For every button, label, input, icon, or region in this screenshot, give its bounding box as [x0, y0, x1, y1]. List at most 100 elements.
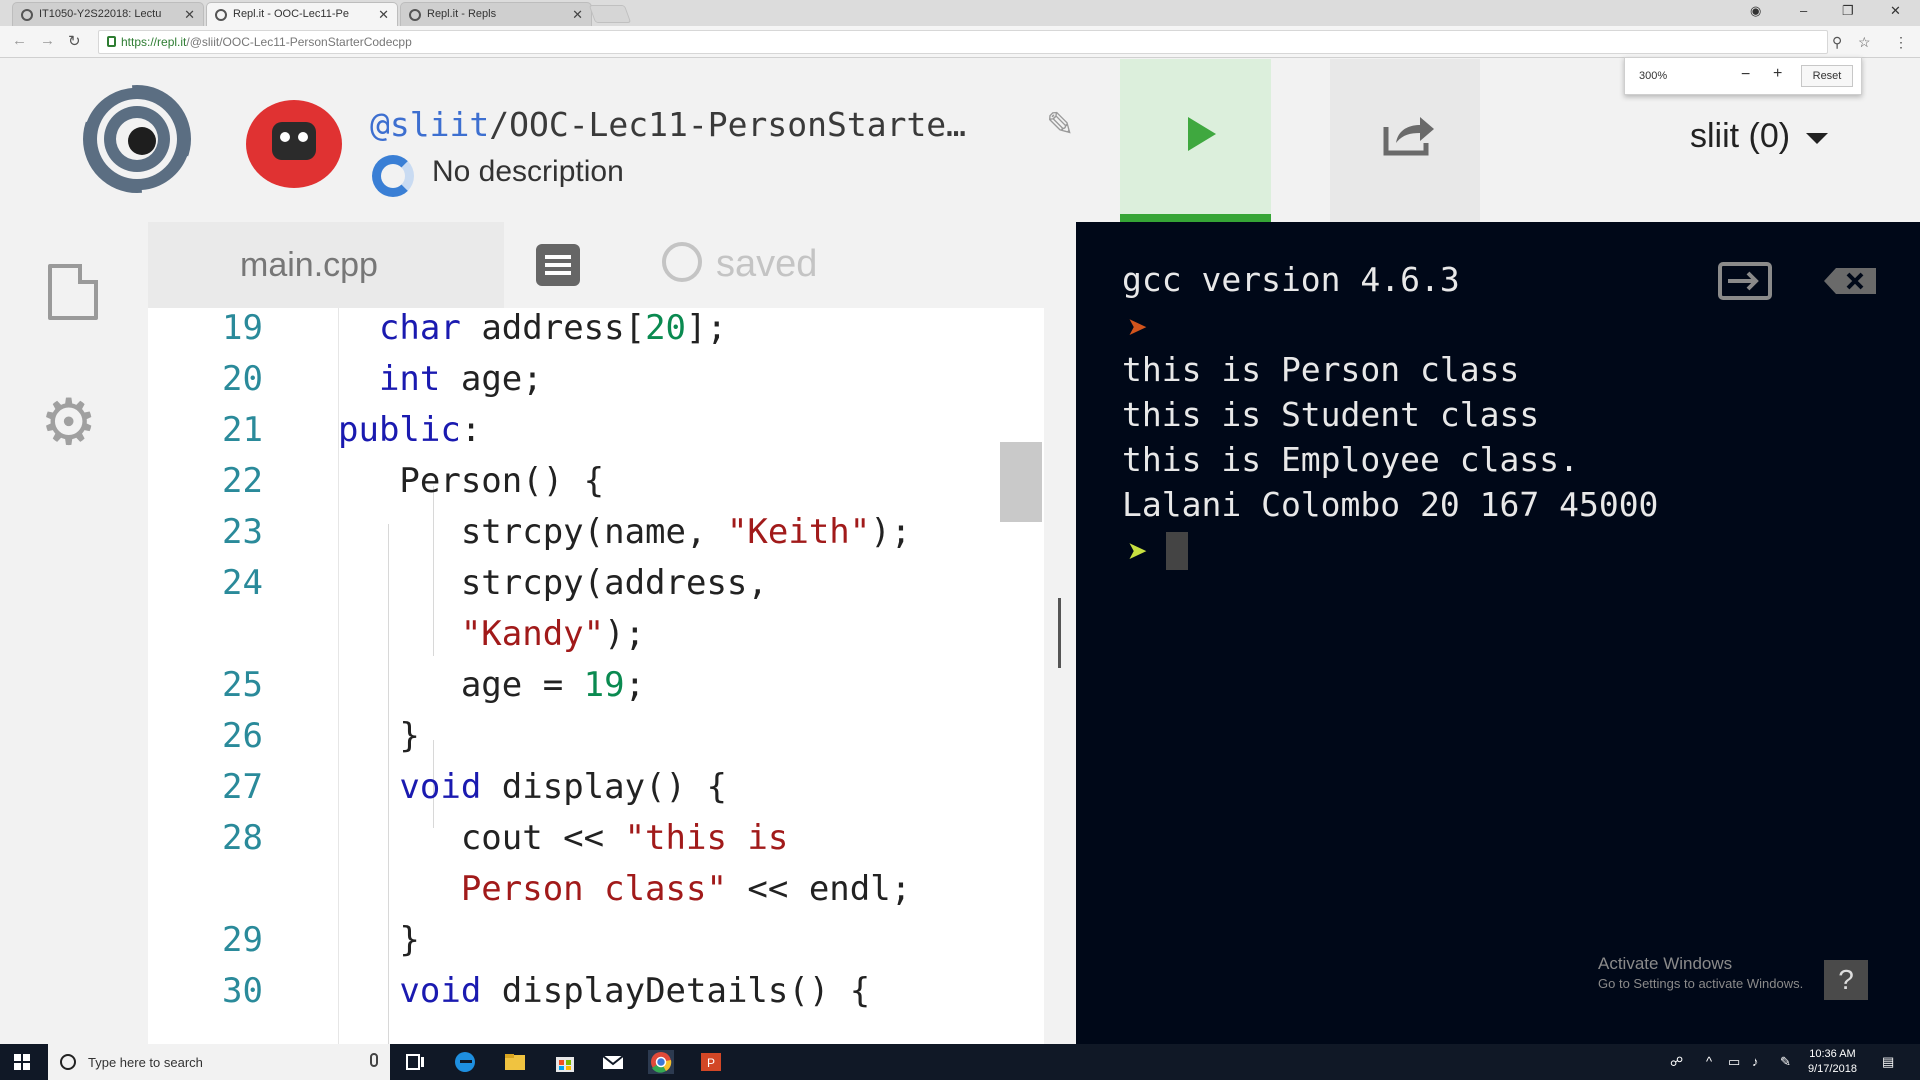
- url-host: https://repl.it: [121, 35, 187, 49]
- console-prompt-icon: ➤: [1128, 538, 1147, 563]
- code-line[interactable]: Person class" << endl;: [148, 869, 998, 920]
- tray-chevron-icon[interactable]: ^: [1706, 1054, 1712, 1069]
- lock-icon: [107, 36, 116, 47]
- forward-icon[interactable]: →: [40, 32, 55, 49]
- zoom-out-button[interactable]: −: [1741, 66, 1750, 84]
- taskbar-search-box[interactable]: Type here to search: [48, 1044, 390, 1080]
- edit-pencil-icon[interactable]: ✎: [1046, 105, 1075, 145]
- menu-icon[interactable]: ⋮: [1894, 34, 1908, 51]
- editor-tab-bar: main.cpp saved: [148, 222, 1044, 308]
- history-icon[interactable]: [662, 242, 702, 282]
- zoom-icon[interactable]: ⚲: [1832, 34, 1842, 51]
- line-number: 19: [222, 308, 263, 348]
- tab-main-cpp[interactable]: main.cpp: [148, 222, 504, 308]
- run-button[interactable]: [1120, 59, 1271, 222]
- code-line[interactable]: 30 void displayDetails() {: [148, 971, 998, 1022]
- share-icon: [1383, 117, 1434, 156]
- chrome-icon[interactable]: [648, 1050, 674, 1074]
- line-number: 30: [222, 971, 263, 1011]
- system-clock[interactable]: 10:36 AM 9/17/2018: [1808, 1047, 1857, 1077]
- code-editor[interactable]: 19 char address[20]; 20 int age; 21 public:…: [148, 308, 1044, 1044]
- console-cursor[interactable]: [1166, 532, 1188, 570]
- code-line[interactable]: 25 age = 19;: [148, 665, 998, 716]
- avatar[interactable]: [246, 100, 342, 188]
- repl-description[interactable]: No description: [432, 155, 624, 189]
- task-view-icon[interactable]: [402, 1050, 428, 1074]
- code-line[interactable]: 27 void display() {: [148, 767, 998, 818]
- browser-tab-repls[interactable]: Repl.it - Repls ✕: [400, 2, 592, 26]
- open-in-new-icon[interactable]: [1718, 262, 1772, 300]
- code-line[interactable]: 20 int age;: [148, 359, 998, 410]
- browser-tab-lecture[interactable]: IT1050-Y2S22018: Lectu ✕: [12, 2, 204, 26]
- repl-name: /OOC-Lec11-PersonStarte…: [489, 105, 967, 144]
- close-icon[interactable]: ✕: [184, 7, 195, 23]
- resize-handle[interactable]: [1058, 598, 1061, 668]
- console-pane[interactable]: gcc version 4.6.3 ➤ this is Person class…: [1076, 222, 1920, 1044]
- user-menu[interactable]: sliit (0): [1690, 117, 1829, 156]
- console-line: this is Employee class.: [1122, 440, 1579, 479]
- zoom-reset-button[interactable]: Reset: [1801, 65, 1853, 87]
- close-icon[interactable]: ✕: [378, 7, 389, 23]
- network-icon[interactable]: ▭: [1728, 1054, 1740, 1070]
- notifications-icon[interactable]: ▤: [1882, 1054, 1894, 1070]
- mail-icon[interactable]: [600, 1050, 626, 1074]
- code-line[interactable]: 19 char address[20];: [148, 308, 998, 359]
- address-bar[interactable]: https://repl.it/@sliit/OOC-Lec11-PersonS…: [98, 30, 1828, 54]
- windows-taskbar: Type here to search P ☍ ^ ▭ ♪ ✎ 10:36 AM…: [0, 1044, 1920, 1080]
- zoom-popup: 300% − + Reset: [1624, 57, 1862, 95]
- gear-icon[interactable]: ⚙: [40, 390, 97, 454]
- repl-owner-handle[interactable]: @sliit: [370, 105, 489, 144]
- help-button[interactable]: ?: [1824, 960, 1868, 1000]
- new-tab-button[interactable]: [588, 5, 632, 23]
- people-icon[interactable]: ☍: [1670, 1054, 1683, 1070]
- code-line[interactable]: 29 }: [148, 920, 998, 971]
- pen-icon[interactable]: ✎: [1780, 1054, 1791, 1070]
- pane-divider[interactable]: [1044, 222, 1076, 1044]
- file-icon[interactable]: [48, 264, 98, 320]
- store-icon[interactable]: [552, 1050, 578, 1074]
- code-line[interactable]: 22 Person() {: [148, 461, 998, 512]
- windows-start-icon[interactable]: [14, 1054, 30, 1070]
- powerpoint-icon[interactable]: P: [698, 1050, 724, 1074]
- reload-icon[interactable]: ↻: [68, 32, 81, 50]
- file-explorer-icon[interactable]: [502, 1050, 528, 1074]
- scrollbar-thumb[interactable]: [1000, 442, 1042, 522]
- line-number: 25: [222, 665, 263, 705]
- console-line: this is Student class: [1122, 395, 1540, 434]
- tab-favicon-icon: [21, 9, 33, 21]
- close-icon[interactable]: ✕: [572, 7, 583, 23]
- language-icon: [372, 155, 414, 197]
- tab-favicon-icon: [409, 9, 421, 21]
- code-text: public:: [338, 410, 482, 450]
- zoom-in-button[interactable]: +: [1773, 65, 1782, 83]
- bookmark-star-icon[interactable]: ☆: [1858, 34, 1871, 51]
- volume-icon[interactable]: ♪: [1752, 1054, 1759, 1069]
- restore-icon[interactable]: ❐: [1842, 3, 1854, 19]
- minimize-icon[interactable]: –: [1800, 3, 1807, 18]
- code-text: char address[20];: [378, 308, 727, 348]
- clear-console-icon[interactable]: [1822, 266, 1878, 296]
- code-line[interactable]: 21 public:: [148, 410, 998, 461]
- code-line[interactable]: "Kandy");: [148, 614, 998, 665]
- microphone-icon[interactable]: [370, 1053, 378, 1067]
- tab-label: Repl.it - Repls: [427, 8, 497, 20]
- back-icon[interactable]: ←: [12, 32, 27, 49]
- line-number: 29: [222, 920, 263, 960]
- share-button[interactable]: [1330, 59, 1480, 222]
- save-status-label: saved: [716, 243, 818, 285]
- browser-tab-repl[interactable]: Repl.it - OOC-Lec11-Pe ✕: [206, 2, 398, 26]
- watermark-subtitle: Go to Settings to activate Windows.: [1598, 976, 1804, 991]
- run-progress-bar: [1120, 214, 1271, 222]
- edge-browser-icon[interactable]: [452, 1050, 478, 1074]
- line-number: 22: [222, 461, 263, 501]
- code-line[interactable]: 24 strcpy(address,: [148, 563, 998, 614]
- profile-icon[interactable]: ◉: [1750, 3, 1761, 19]
- list-icon[interactable]: [536, 244, 580, 286]
- code-text: void displayDetails() {: [399, 971, 871, 1011]
- code-line[interactable]: 26 }: [148, 716, 998, 767]
- code-text: strcpy(address,: [338, 563, 768, 603]
- code-line[interactable]: 23 strcpy(name, "Keith");: [148, 512, 998, 563]
- window-close-icon[interactable]: ✕: [1890, 3, 1901, 19]
- code-line[interactable]: 28 cout << "this is: [148, 818, 998, 869]
- replit-logo-icon[interactable]: [72, 81, 202, 196]
